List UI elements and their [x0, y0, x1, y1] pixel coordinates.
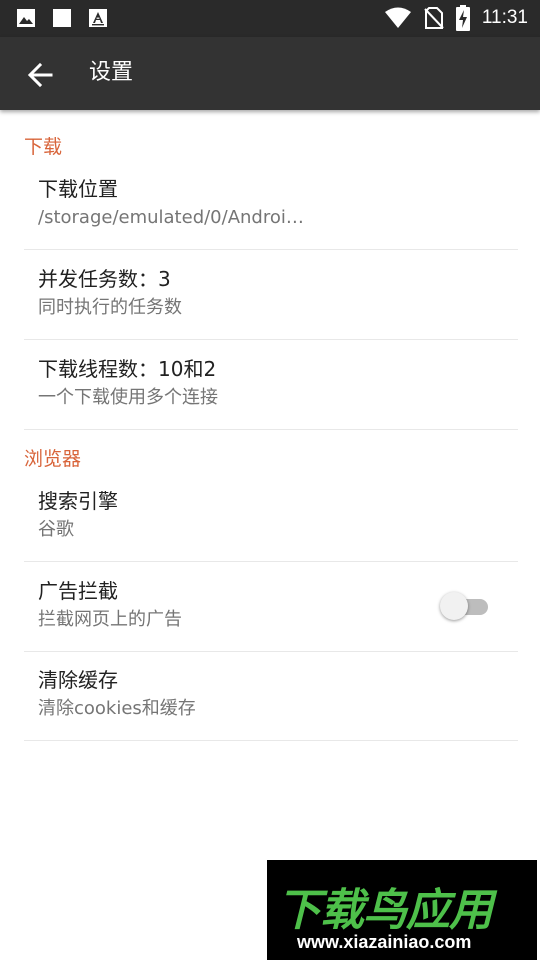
system-icons: 11:31 [384, 5, 528, 31]
pref-download-location[interactable]: 下载位置 /storage/emulated/0/Androi… [24, 161, 518, 250]
page-title: 设置 [89, 60, 134, 85]
pref-title: 广告拦截 [38, 579, 118, 603]
font-icon [89, 9, 107, 27]
clock: 11:31 [481, 7, 528, 28]
pref-search-engine[interactable]: 搜索引擎 谷歌 [24, 473, 518, 562]
status-bar: 11:31 [0, 0, 540, 37]
pref-clear-cache[interactable]: 清除缓存 清除cookies和缓存 [24, 652, 518, 741]
notification-icons [16, 8, 108, 28]
pref-summary: 清除cookies和缓存 [38, 698, 196, 719]
no-sim-icon [424, 7, 444, 29]
image-icon [17, 9, 35, 27]
pref-summary: /storage/emulated/0/Androi… [38, 207, 304, 228]
pref-summary: 一个下载使用多个连接 [38, 387, 218, 408]
watermark-url: www.xiazainiao.com [297, 932, 472, 952]
app-bar: 设置 [0, 37, 540, 110]
pref-download-threads[interactable]: 下载线程数：10和2 一个下载使用多个连接 [24, 341, 518, 430]
battery-charging-icon [455, 5, 470, 31]
pref-summary: 谷歌 [38, 519, 74, 540]
pref-title: 搜索引擎 [38, 489, 118, 513]
section-header-download: 下载 [24, 136, 63, 158]
back-button[interactable] [20, 55, 60, 95]
pref-summary: 拦截网页上的广告 [38, 609, 182, 630]
wifi-icon [384, 7, 411, 28]
square-icon [53, 9, 71, 27]
pref-summary: 同时执行的任务数 [38, 297, 182, 318]
watermark-logo: 下载鸟应用 [277, 885, 493, 936]
ad-block-switch[interactable] [440, 592, 488, 620]
pref-concurrent-tasks[interactable]: 并发任务数：3 同时执行的任务数 [24, 251, 518, 340]
watermark: 下载鸟应用 www.xiazainiao.com [267, 860, 537, 960]
settings-screen: 11:31 设置 下载 下载位置 /storage/emulated/0/And… [0, 0, 540, 960]
section-header-browser: 浏览器 [24, 448, 82, 470]
pref-title: 清除缓存 [38, 668, 118, 692]
pref-title: 下载线程数：10和2 [38, 357, 217, 381]
switch-thumb [440, 592, 468, 620]
pref-title: 下载位置 [38, 177, 118, 201]
arrow-back-icon [27, 62, 53, 88]
pref-ad-block[interactable]: 广告拦截 拦截网页上的广告 [24, 563, 518, 652]
pref-title: 并发任务数：3 [38, 267, 171, 291]
